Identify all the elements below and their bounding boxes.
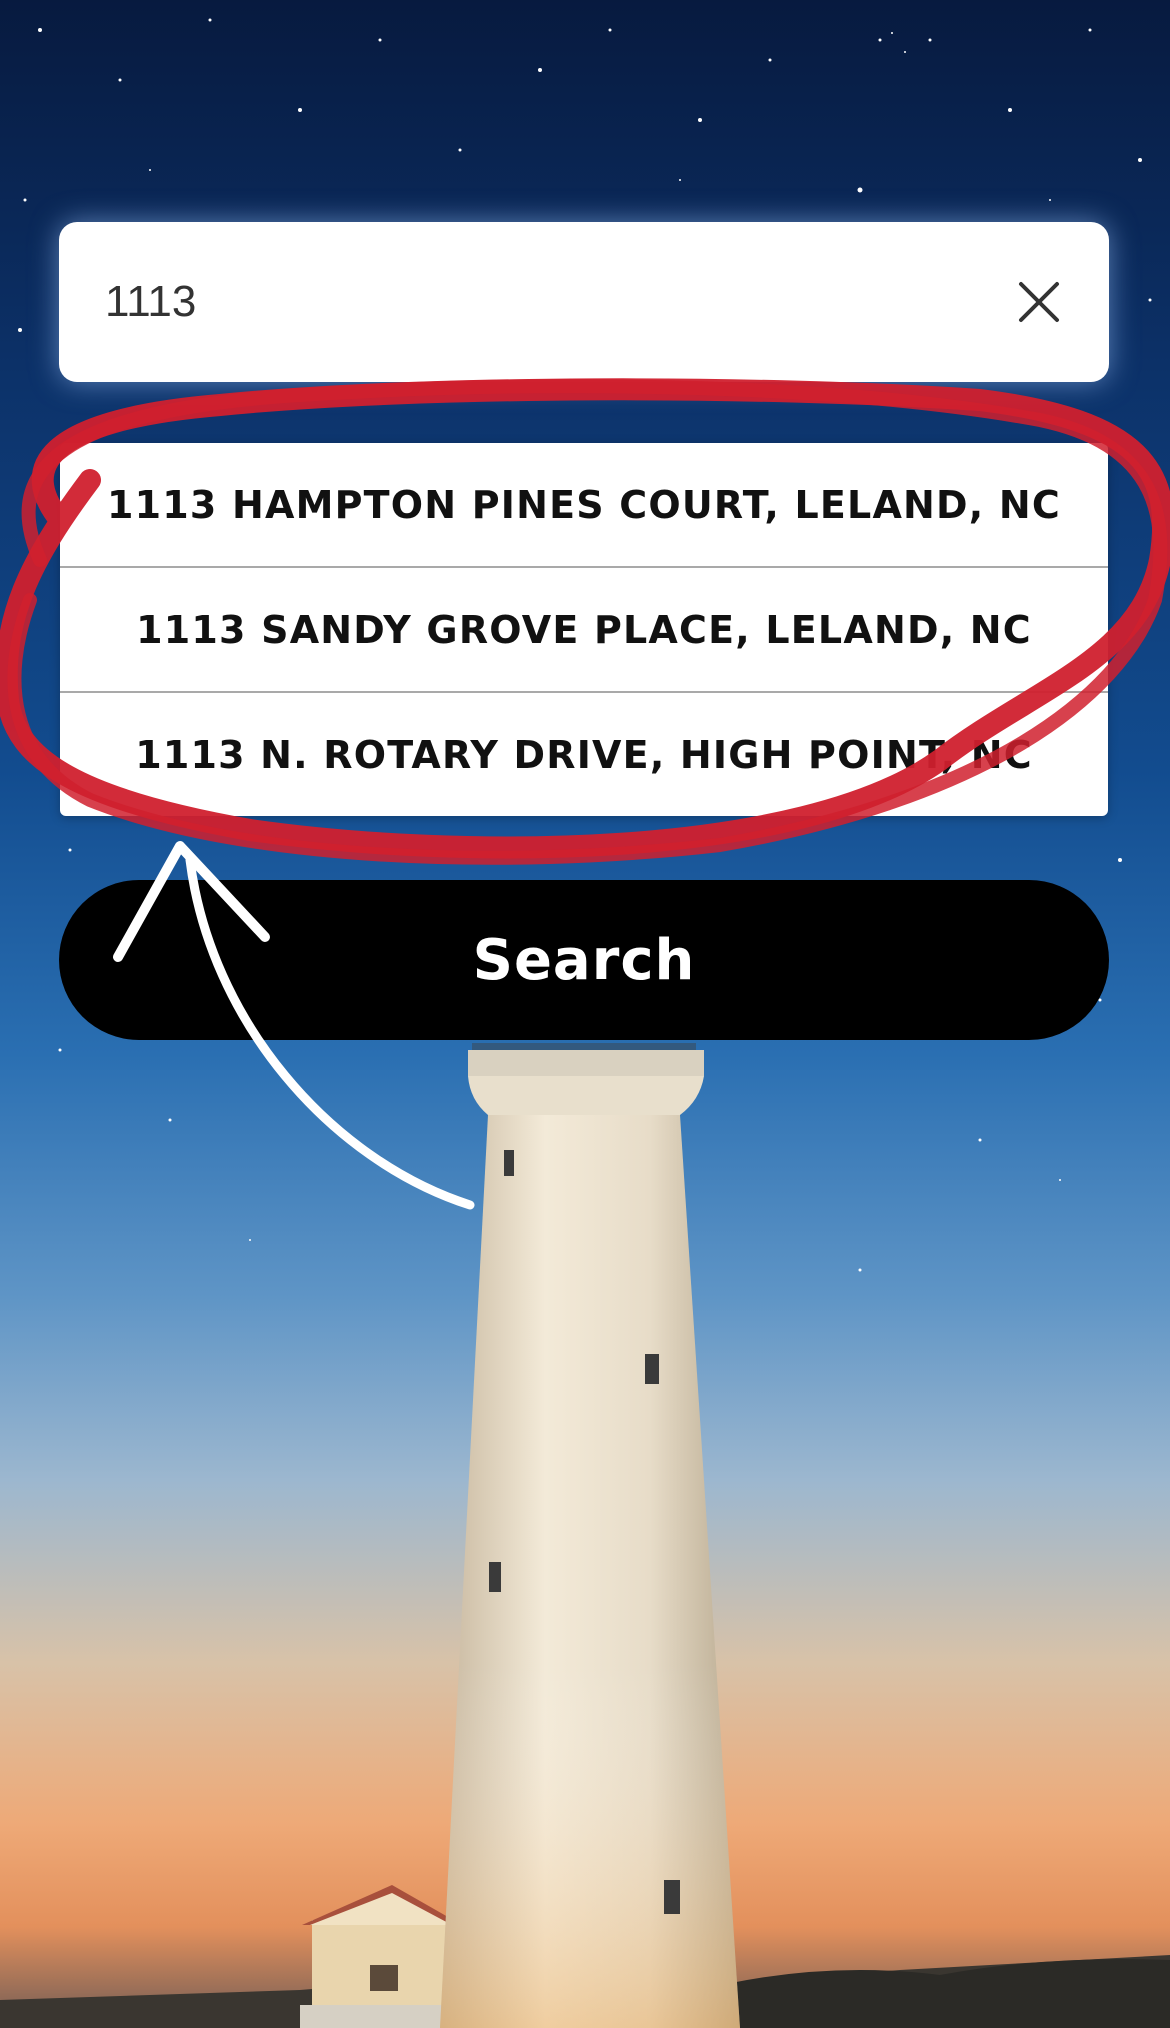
search-input[interactable] (105, 277, 1009, 327)
suggestion-item[interactable]: 1113 N. ROTARY DRIVE, HIGH POINT, NC (60, 693, 1108, 816)
close-icon-glyph (1019, 282, 1059, 322)
suggestion-item[interactable]: 1113 HAMPTON PINES COURT, LELAND, NC (60, 443, 1108, 568)
address-suggestions-list: 1113 HAMPTON PINES COURT, LELAND, NC 111… (60, 443, 1108, 816)
lighthouse (440, 1043, 740, 2028)
suggestion-item[interactable]: 1113 SANDY GROVE PLACE, LELAND, NC (60, 568, 1108, 693)
search-box (59, 222, 1109, 382)
close-icon[interactable] (1009, 272, 1069, 332)
search-button[interactable]: Search (59, 880, 1109, 1040)
